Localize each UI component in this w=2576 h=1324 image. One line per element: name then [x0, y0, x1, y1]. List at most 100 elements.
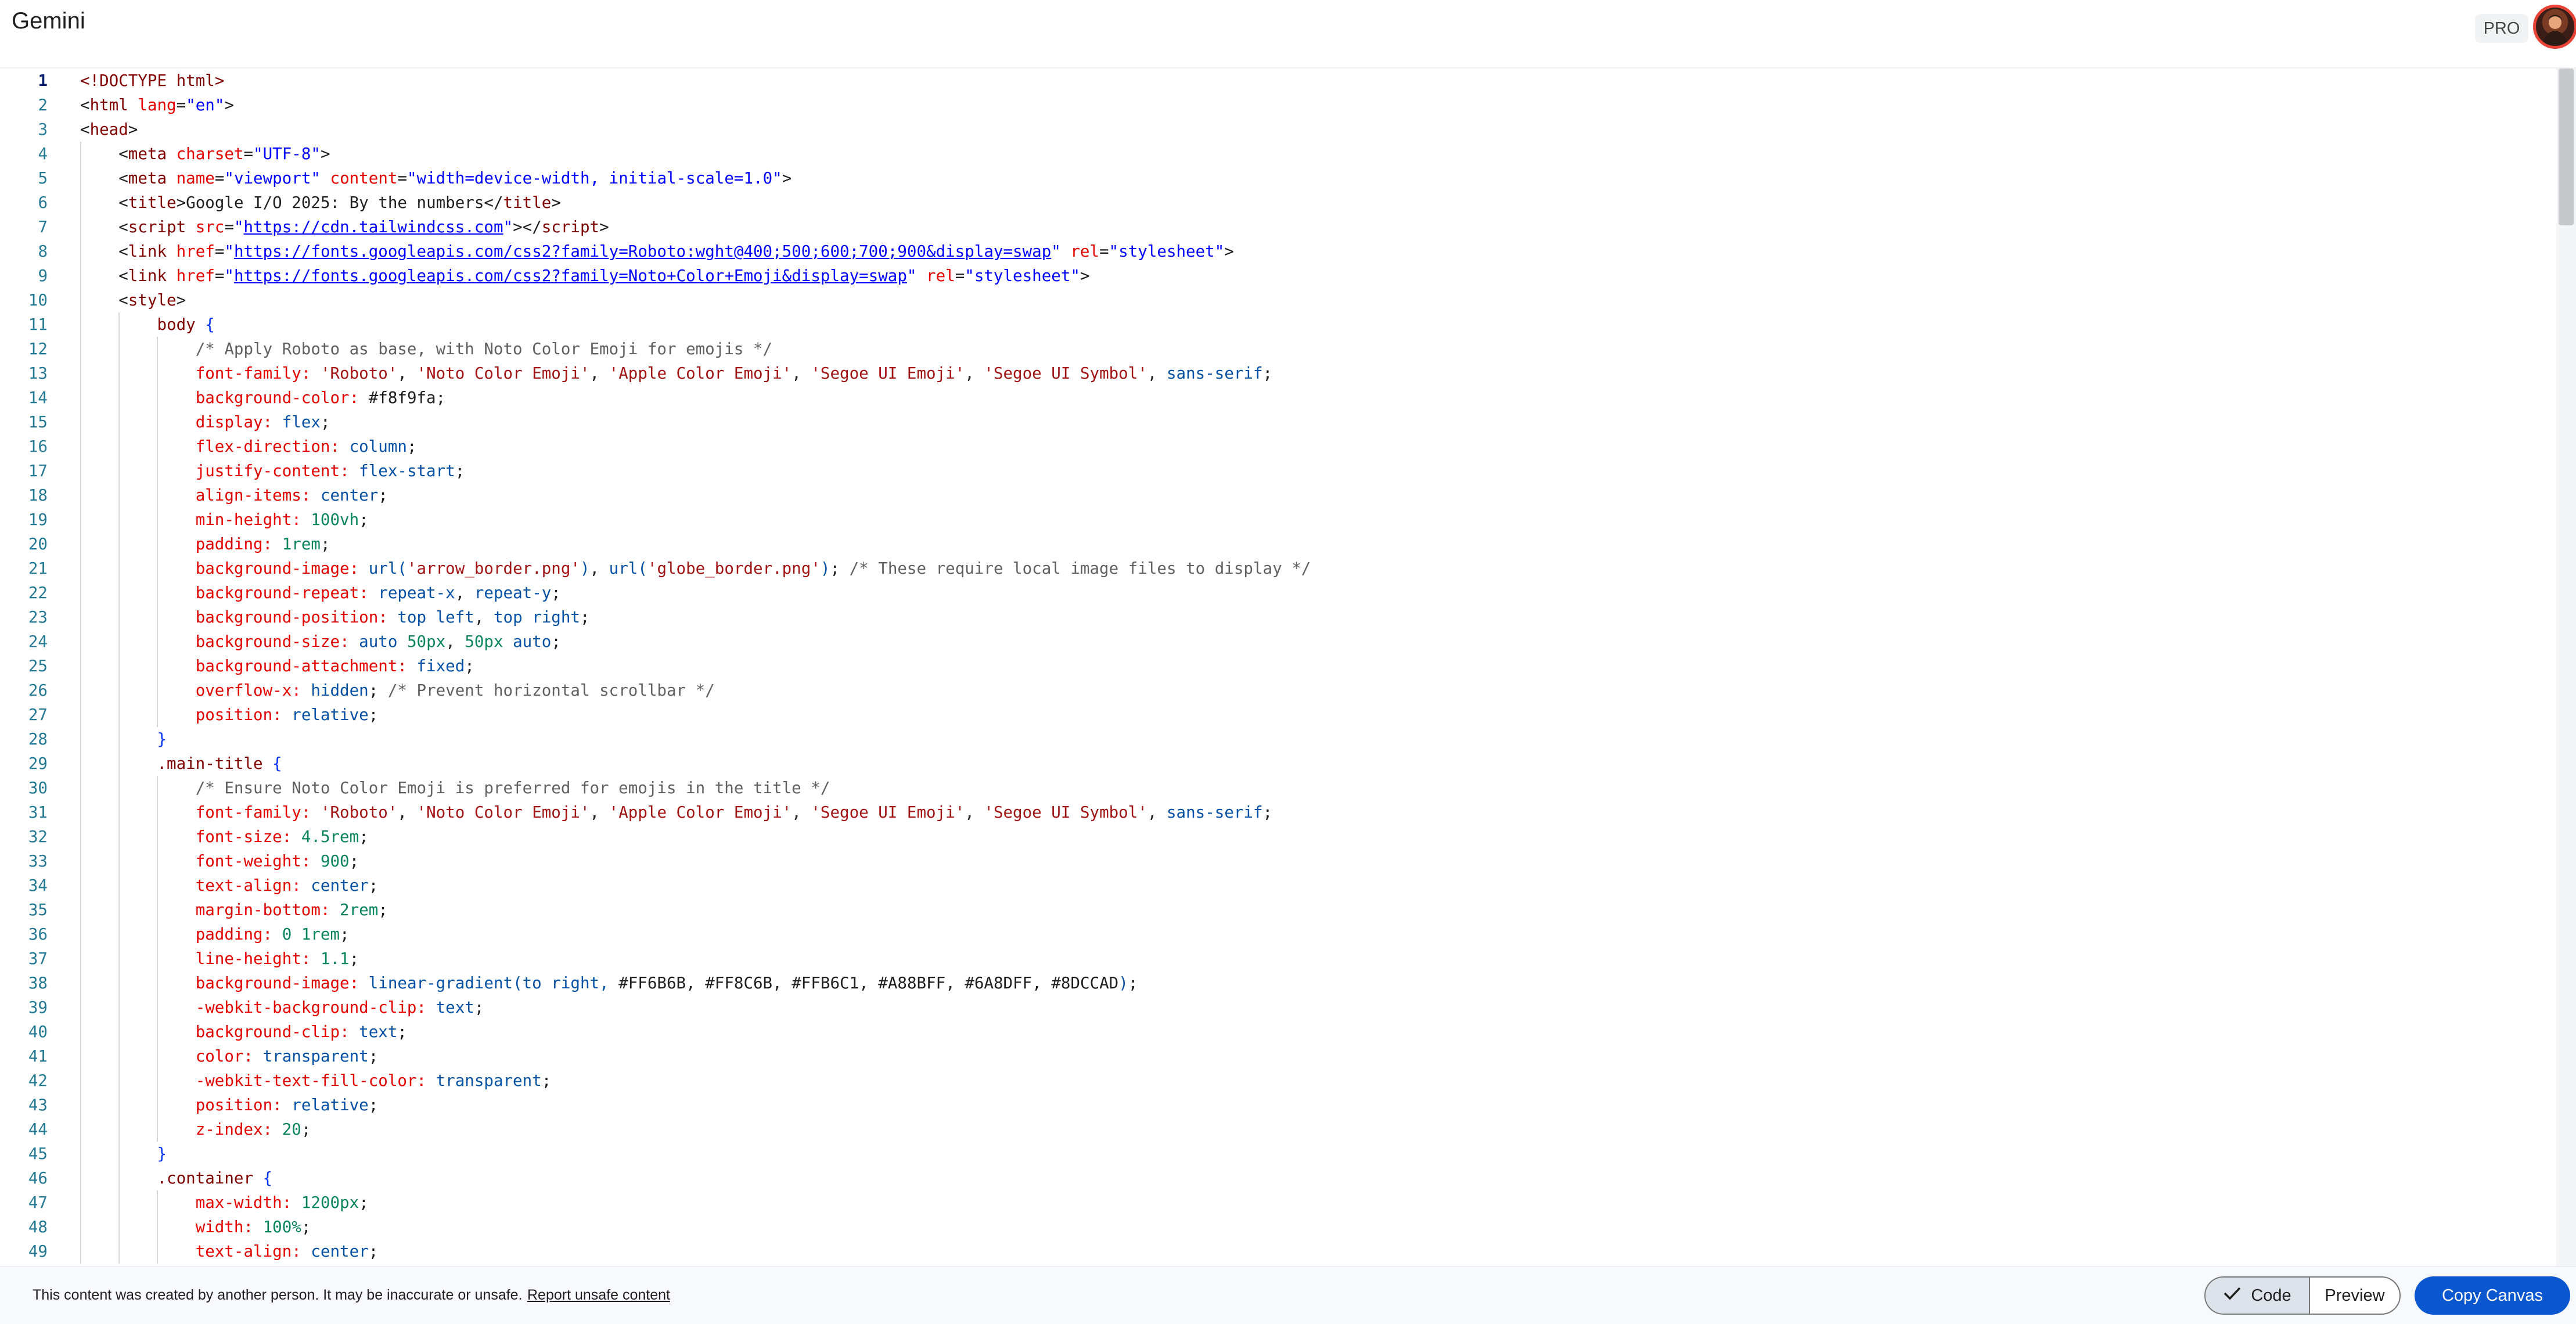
code-token: font-size: [195, 828, 292, 846]
code-line[interactable]: 34 text-align: center; [0, 873, 2555, 898]
code-token[interactable]: https://cdn.tailwindcss.com [244, 218, 503, 236]
code-line[interactable]: 35 margin-bottom: 2rem; [0, 898, 2555, 922]
indent-guide [118, 581, 120, 605]
vertical-scrollbar-track[interactable] [2556, 69, 2576, 1266]
indent-guide [157, 556, 159, 581]
app-title[interactable]: Gemini [12, 8, 85, 34]
code-line[interactable]: 36 padding: 0 1rem; [0, 922, 2555, 947]
code-line[interactable]: 2 <html lang="en"> [0, 93, 2555, 117]
code-line[interactable]: 40 background-clip: text; [0, 1020, 2555, 1044]
code-line[interactable]: 28 } [0, 727, 2555, 751]
code-line[interactable]: 31 font-family: 'Roboto', 'Noto Color Em… [0, 800, 2555, 825]
code-line[interactable]: 33 font-weight: 900; [0, 849, 2555, 873]
code-token: 4.5rem [301, 828, 359, 846]
preview-toggle-button[interactable]: Preview [2310, 1278, 2399, 1314]
code-token: column [349, 437, 407, 456]
code-line[interactable]: 42 -webkit-text-fill-color: transparent; [0, 1068, 2555, 1093]
code-line[interactable]: 24 background-size: auto 50px, 50px auto… [0, 629, 2555, 654]
code-line[interactable]: 3 <head> [0, 117, 2555, 142]
code-line[interactable]: 19 min-height: 100vh; [0, 508, 2555, 532]
code-line[interactable]: 49 text-align: center; [0, 1239, 2555, 1264]
line-number: 10 [28, 291, 48, 310]
code-token: fixed [416, 657, 465, 675]
code-line[interactable]: 38 background-image: linear-gradient(to … [0, 971, 2555, 995]
indent-guide [157, 459, 159, 483]
line-code: max-width: 1200px; [80, 1190, 369, 1215]
report-unsafe-content-link[interactable]: Report unsafe content [527, 1287, 670, 1304]
code-line[interactable]: 21 background-image: url('arrow_border.p… [0, 556, 2555, 581]
code-token: /* Prevent horizontal scrollbar */ [387, 681, 715, 700]
code-line[interactable]: 39 -webkit-background-clip: text; [0, 995, 2555, 1020]
code-line[interactable]: 1 <!DOCTYPE html> [0, 69, 2555, 93]
line-number: 46 [28, 1169, 48, 1188]
code-line[interactable]: 17 justify-content: flex-start; [0, 459, 2555, 483]
code-line[interactable]: 12 /* Apply Roboto as base, with Noto Co… [0, 337, 2555, 361]
code-line[interactable]: 47 max-width: 1200px; [0, 1190, 2555, 1215]
code-line[interactable]: 7 <script src="https://cdn.tailwindcss.c… [0, 215, 2555, 239]
code-line[interactable]: 10 <style> [0, 288, 2555, 312]
code-editor[interactable]: 1 <!DOCTYPE html> 2 <html lang="en"> 3 <head>… [0, 69, 2576, 1266]
code-line[interactable]: 9 <link href="https://fonts.googleapis.c… [0, 264, 2555, 288]
code-line[interactable]: 37 line-height: 1.1; [0, 947, 2555, 971]
indent-guide [118, 1020, 120, 1044]
line-number: 5 [38, 169, 48, 188]
code-token: position: [195, 1096, 282, 1114]
line-code: align-items: center; [80, 483, 388, 508]
code-line[interactable]: 30 /* Ensure Noto Color Emoji is preferr… [0, 776, 2555, 800]
vertical-scrollbar-thumb[interactable] [2559, 69, 2574, 225]
indent-guide [118, 605, 120, 629]
code-line[interactable]: 25 background-attachment: fixed; [0, 654, 2555, 678]
indent-guide [157, 361, 159, 386]
indent-guide [80, 1093, 81, 1117]
code-line[interactable]: 18 align-items: center; [0, 483, 2555, 508]
code-token[interactable]: https://fonts.googleapis.com/css2?family… [234, 267, 907, 285]
code-line[interactable]: 15 display: flex; [0, 410, 2555, 434]
code-line[interactable]: 14 background-color: #f8f9fa; [0, 386, 2555, 410]
avatar[interactable] [2533, 5, 2576, 49]
code-toggle-button[interactable]: Code [2206, 1278, 2310, 1314]
code-line[interactable]: 4 <meta charset="UTF-8"> [0, 142, 2555, 166]
code-token: #f8f9fa [368, 388, 436, 407]
code-line[interactable]: 32 font-size: 4.5rem; [0, 825, 2555, 849]
code-token: sans-serif [1166, 364, 1263, 383]
code-line[interactable]: 23 background-position: top left, top ri… [0, 605, 2555, 629]
code-line[interactable]: 16 flex-direction: column; [0, 434, 2555, 459]
code-line[interactable]: 11 body { [0, 312, 2555, 337]
indent-guide [80, 751, 81, 776]
code-line[interactable]: 44 z-index: 20; [0, 1117, 2555, 1142]
code-line[interactable]: 46 .container { [0, 1166, 2555, 1190]
code-line[interactable]: 27 position: relative; [0, 703, 2555, 727]
line-code: width: 100%; [80, 1215, 311, 1239]
line-number: 33 [28, 852, 48, 870]
code-line[interactable]: 20 padding: 1rem; [0, 532, 2555, 556]
code-token: display: [195, 413, 273, 431]
code-line[interactable]: 13 font-family: 'Roboto', 'Noto Color Em… [0, 361, 2555, 386]
code-line[interactable]: 8 <link href="https://fonts.googleapis.c… [0, 239, 2555, 264]
code-token: Google I/O 2025: By the numbers [186, 193, 484, 212]
code-line[interactable]: 22 background-repeat: repeat-x, repeat-y… [0, 581, 2555, 605]
code-line[interactable]: 29 .main-title { [0, 751, 2555, 776]
indent-guide [157, 703, 159, 727]
code-area[interactable]: 1 <!DOCTYPE html> 2 <html lang="en"> 3 <head>… [0, 69, 2555, 1266]
code-token[interactable]: https://fonts.googleapis.com/css2?family… [234, 242, 1051, 261]
code-line[interactable]: 5 <meta name="viewport" content="width=d… [0, 166, 2555, 190]
code-token: } [157, 730, 167, 749]
line-code: padding: 0 1rem; [80, 922, 350, 947]
code-token: url( [609, 559, 647, 578]
code-line[interactable]: 43 position: relative; [0, 1093, 2555, 1117]
copy-canvas-button[interactable]: Copy Canvas [2415, 1276, 2570, 1315]
code-line[interactable]: 41 color: transparent; [0, 1044, 2555, 1068]
code-token: rel [1070, 242, 1100, 261]
code-token: body [157, 315, 196, 334]
line-code: font-size: 4.5rem; [80, 825, 369, 849]
code-line[interactable]: 6 <title>Google I/O 2025: By the numbers… [0, 190, 2555, 215]
code-line[interactable]: 48 width: 100%; [0, 1215, 2555, 1239]
code-line[interactable]: 26 overflow-x: hidden; /* Prevent horizo… [0, 678, 2555, 703]
indent-guide [80, 1068, 81, 1093]
code-token: 0 1rem [282, 925, 340, 944]
code-line[interactable]: 45 } [0, 1142, 2555, 1166]
